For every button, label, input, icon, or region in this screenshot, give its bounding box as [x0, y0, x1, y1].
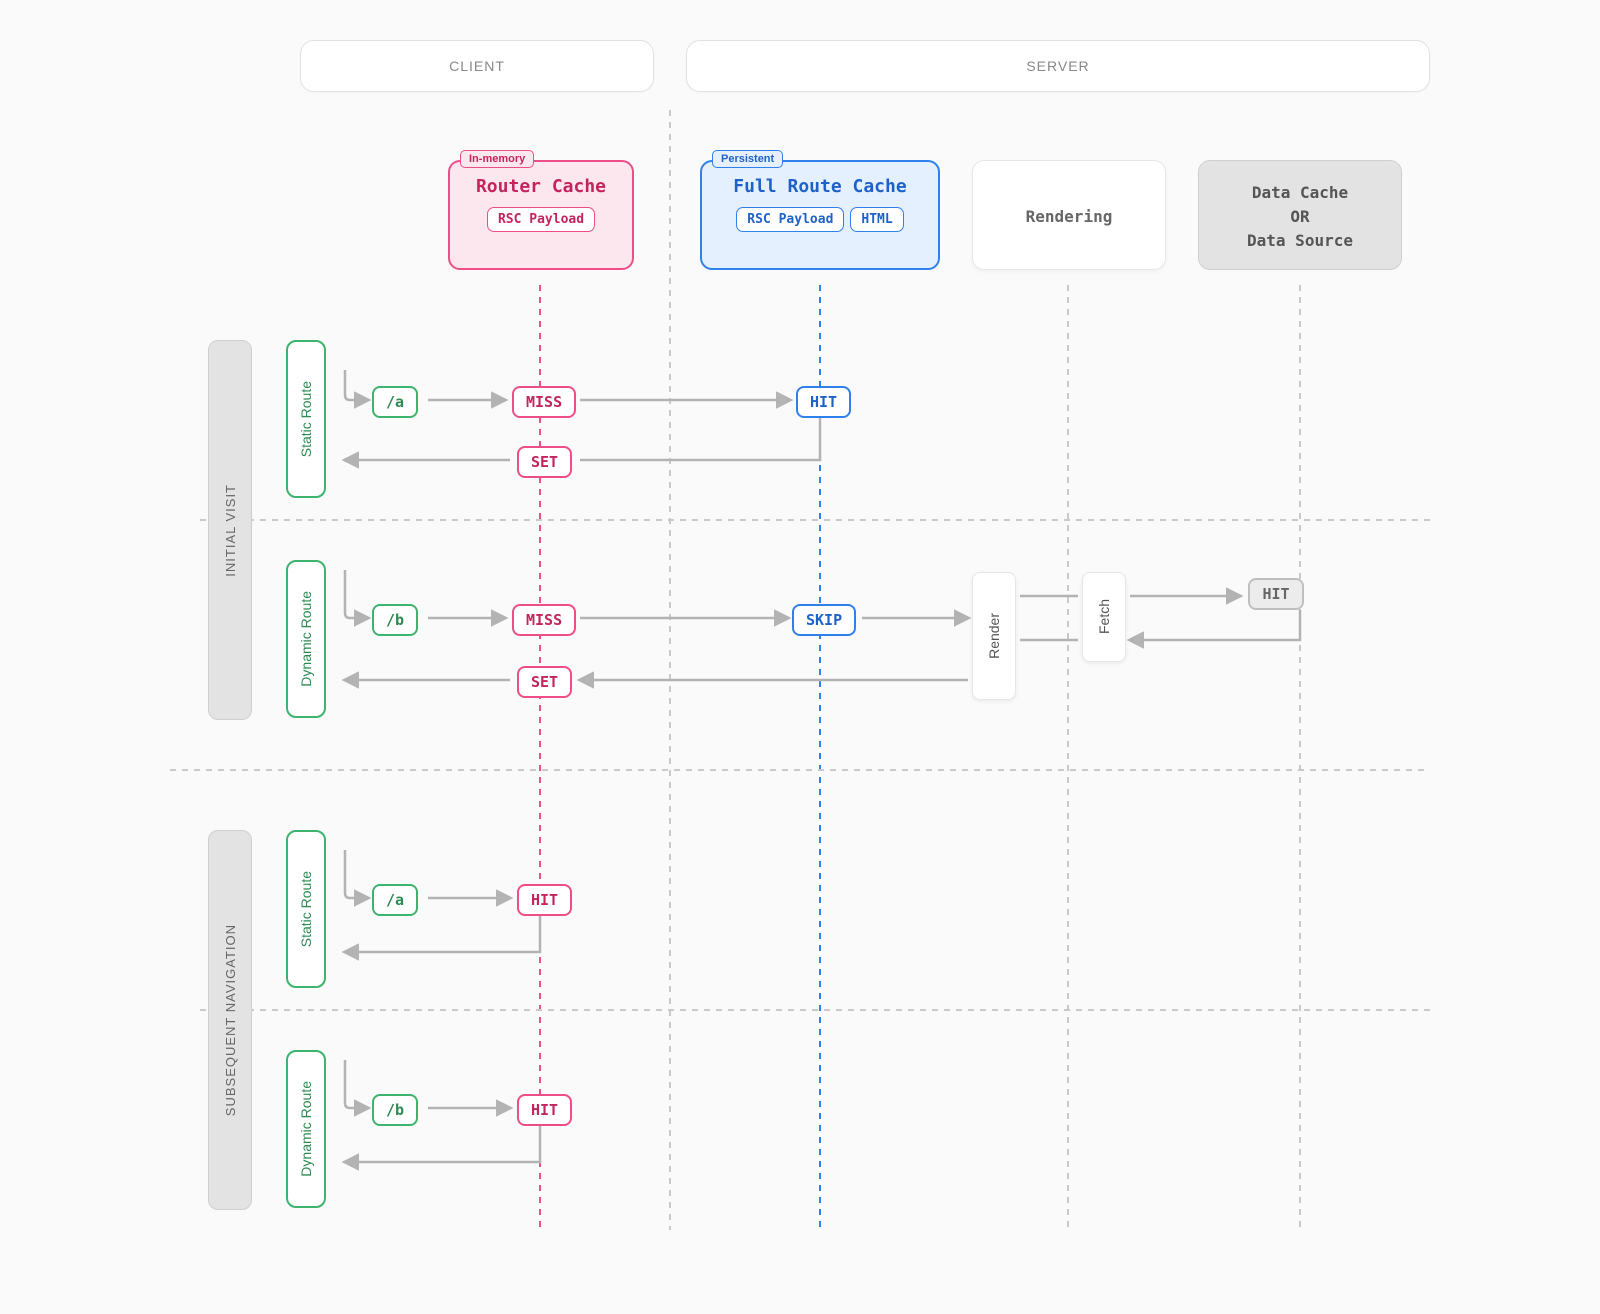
- initial-dynamic-full-skip: SKIP: [792, 604, 856, 636]
- sub-static-route-label: Static Route: [286, 830, 326, 988]
- initial-dynamic-route-label: Dynamic Route: [286, 560, 326, 718]
- card-full-route-cache: Persistent Full Route Cache RSC Payload …: [700, 160, 940, 270]
- sub-static-router-hit: HIT: [517, 884, 572, 916]
- section-subsequent-navigation: SUBSEQUENT NAVIGATION: [208, 830, 252, 1210]
- sub-static-path: /a: [372, 884, 418, 916]
- header-client: CLIENT: [300, 40, 654, 92]
- initial-dynamic-data-hit: HIT: [1248, 578, 1304, 610]
- initial-static-router-miss: MISS: [512, 386, 576, 418]
- initial-static-route-label: Static Route: [286, 340, 326, 498]
- card-router-cache: In-memory Router Cache RSC Payload: [448, 160, 634, 270]
- section-initial-visit: INITIAL VISIT: [208, 340, 252, 720]
- card-rendering: Rendering: [972, 160, 1166, 270]
- initial-dynamic-router-miss: MISS: [512, 604, 576, 636]
- sub-dynamic-path: /b: [372, 1094, 418, 1126]
- initial-static-router-set: SET: [517, 446, 572, 478]
- initial-static-full-hit: HIT: [796, 386, 851, 418]
- sub-dynamic-router-hit: HIT: [517, 1094, 572, 1126]
- router-cache-title: Router Cache: [464, 176, 618, 197]
- sub-dynamic-route-label: Dynamic Route: [286, 1050, 326, 1208]
- header-server: SERVER: [686, 40, 1430, 92]
- full-chip-rsc: RSC Payload: [736, 207, 844, 232]
- full-route-cache-tab: Persistent: [712, 150, 783, 168]
- initial-static-path: /a: [372, 386, 418, 418]
- initial-dynamic-router-set: SET: [517, 666, 572, 698]
- initial-dynamic-fetch: Fetch: [1082, 572, 1126, 662]
- router-chip-rsc: RSC Payload: [487, 207, 595, 232]
- full-route-cache-title: Full Route Cache: [716, 176, 924, 197]
- full-chip-html: HTML: [850, 207, 903, 232]
- initial-dynamic-render: Render: [972, 572, 1016, 700]
- rendering-title: Rendering: [1026, 205, 1113, 229]
- initial-dynamic-path: /b: [372, 604, 418, 636]
- data-cache-title: Data Cache OR Data Source: [1247, 181, 1353, 253]
- router-cache-tab: In-memory: [460, 150, 534, 168]
- card-data-cache: Data Cache OR Data Source: [1198, 160, 1402, 270]
